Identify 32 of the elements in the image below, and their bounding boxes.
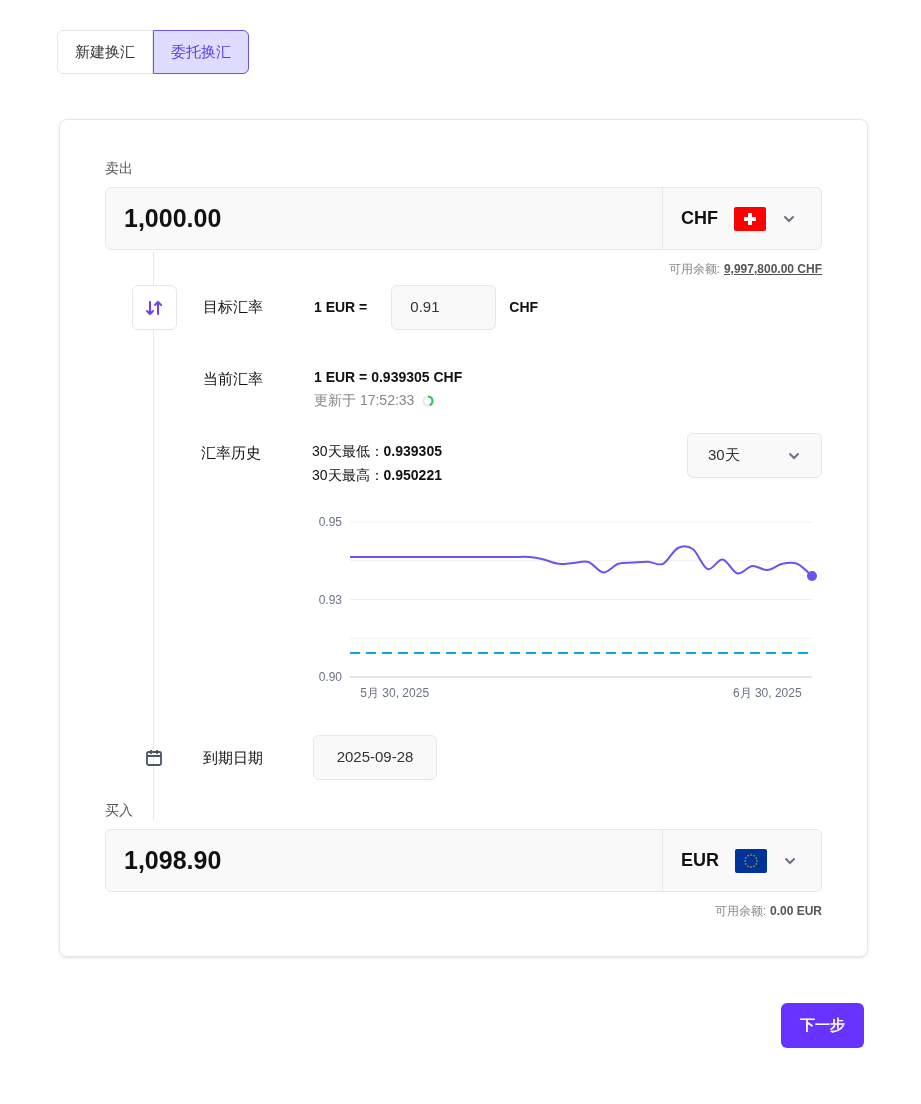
swap-button[interactable]: [131, 285, 177, 330]
low-value: 0.939305: [383, 443, 442, 459]
field-label: 买入: [105, 801, 134, 820]
calendar-icon: [145, 749, 163, 767]
target-rate-field[interactable]: 0.91: [391, 285, 497, 330]
rate-prefix: 1 EUR =: [314, 298, 368, 317]
balance-label: 可用余额:: [668, 261, 720, 278]
rate-suffix: CHF: [509, 298, 539, 317]
field-label: 卖出: [105, 159, 134, 178]
y-tick-label: 0.95: [318, 515, 342, 529]
low-label: 30天最低：: [312, 443, 384, 459]
x-tick-label: 6月 30, 2025: [732, 686, 802, 700]
field-label: 汇率历史: [201, 444, 261, 461]
expiry-date-field[interactable]: 2025-09-28: [313, 735, 437, 780]
refresh-progress-icon: [422, 394, 435, 407]
x-tick-label: 5月 30, 2025: [360, 686, 430, 700]
balance-value: 0.00 EUR: [769, 903, 822, 920]
y-tick-label: 0.90: [318, 670, 342, 684]
field-label: 目标汇率: [203, 298, 263, 315]
tab[interactable]: 委托换汇: [153, 30, 249, 74]
high-label: 30天最高：: [312, 467, 384, 483]
y-tick-label: 0.93: [318, 592, 342, 607]
balance-label: 可用余额:: [714, 903, 766, 920]
balance-link[interactable]: 9,997,800.00 CHF: [723, 260, 822, 278]
tab[interactable]: 新建换汇: [57, 30, 153, 74]
update-time: 更新于 17:52:33: [314, 391, 415, 410]
field-label: 到期日期: [203, 749, 263, 766]
high-value: 0.950221: [383, 467, 442, 483]
period-select[interactable]: 30天: [687, 433, 822, 478]
current-rate: 1 EUR = 0.939305 CHF: [314, 368, 464, 387]
field-label: 当前汇率: [203, 370, 263, 387]
next-button[interactable]: 下一步: [781, 1003, 864, 1048]
